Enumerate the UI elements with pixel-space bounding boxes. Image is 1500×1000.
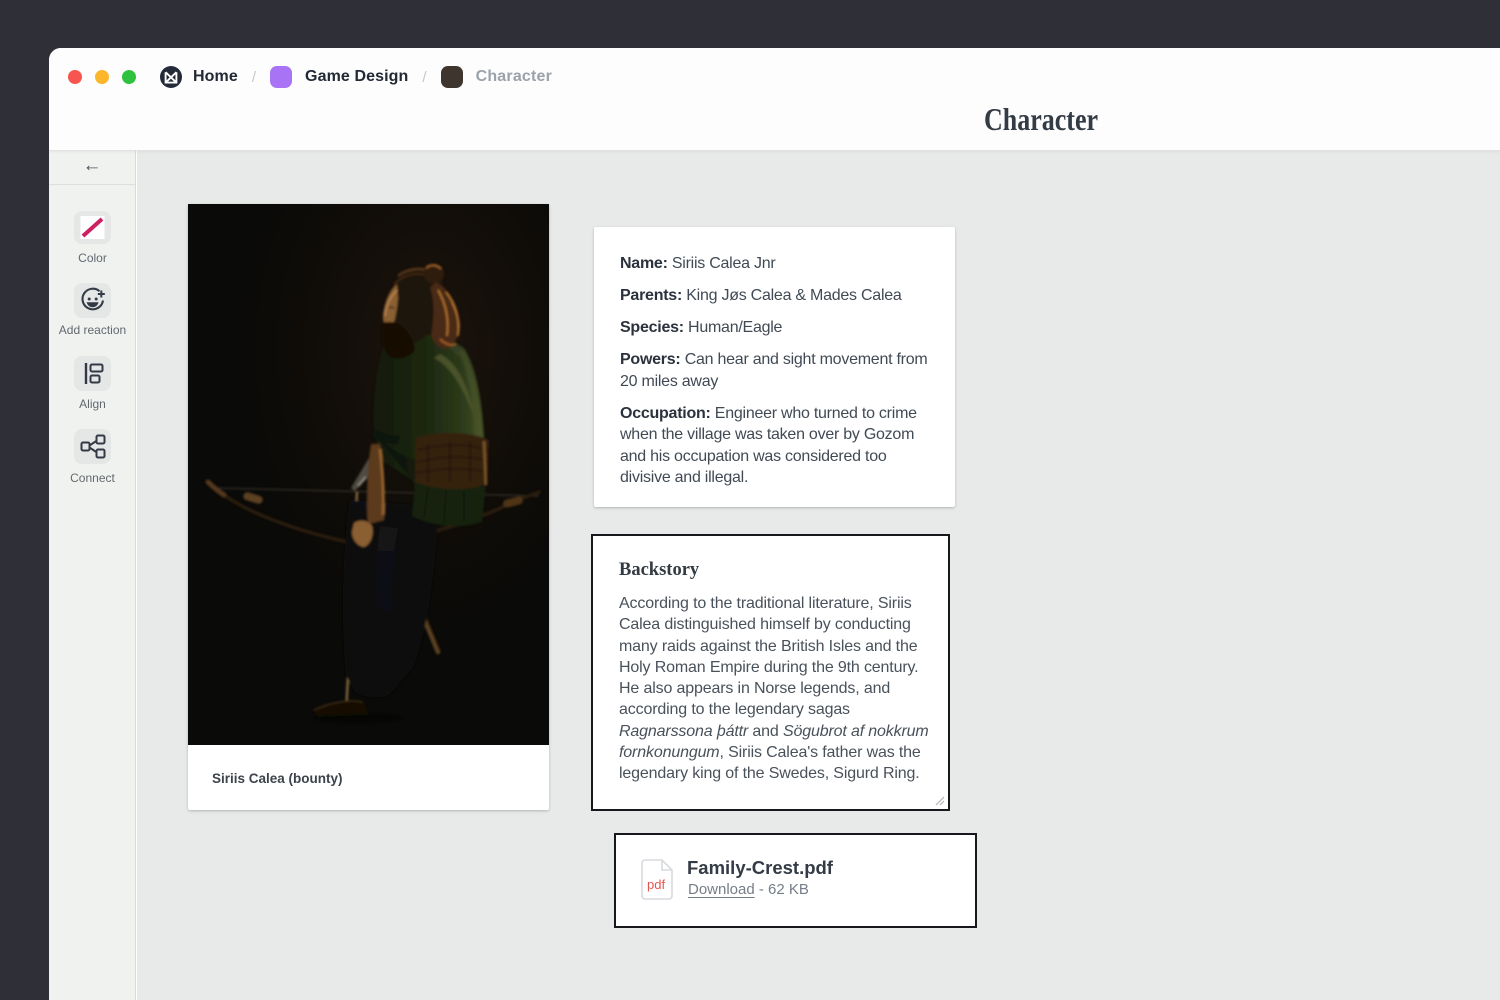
- svg-text:pdf: pdf: [647, 877, 665, 892]
